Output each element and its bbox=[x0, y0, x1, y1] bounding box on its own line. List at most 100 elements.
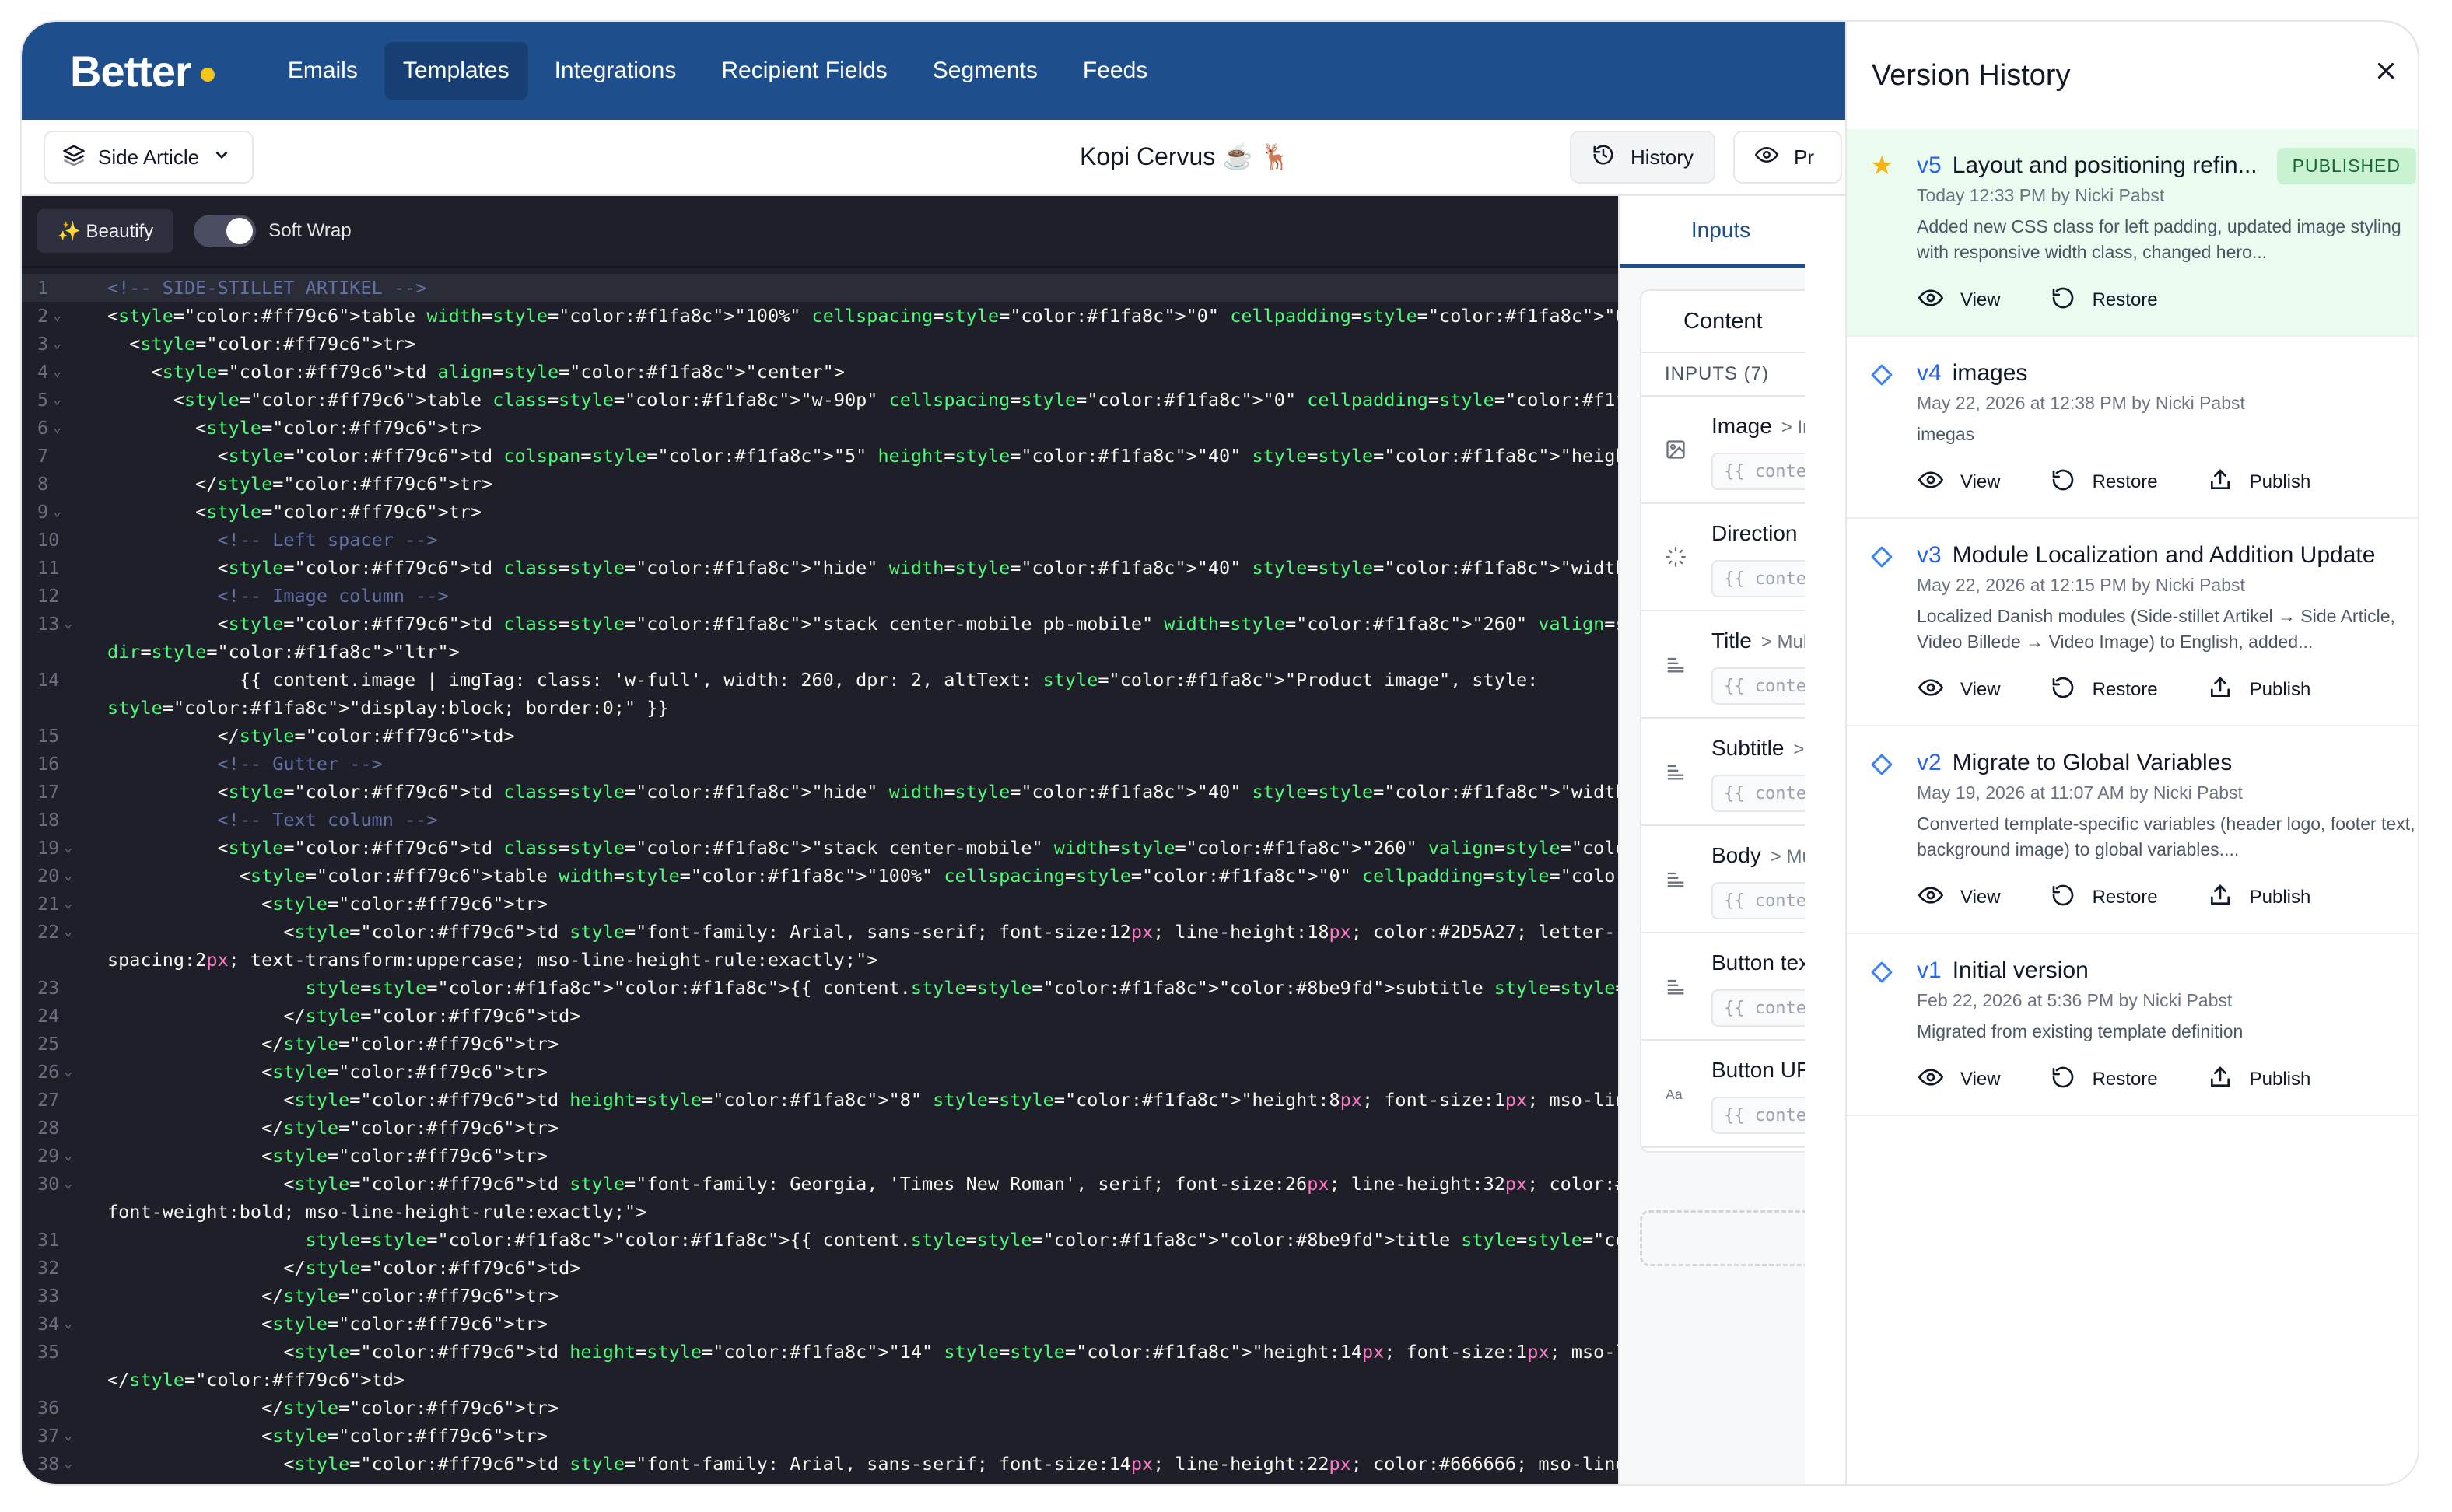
code-line[interactable]: </style="color:#ff79c6">td> bbox=[22, 1366, 1618, 1394]
code-line[interactable]: 32 </style="color:#ff79c6">td> bbox=[22, 1254, 1618, 1282]
view-button[interactable]: View bbox=[1909, 1059, 2010, 1101]
history-button[interactable]: History bbox=[1570, 131, 1715, 184]
input-field-variable[interactable]: {{ content bbox=[1711, 989, 1805, 1027]
fold-chevron-icon[interactable]: ⌄ bbox=[53, 330, 61, 358]
nav-item-recipient-fields[interactable]: Recipient Fields bbox=[702, 42, 905, 100]
code-line[interactable]: 31 style=style="color:#f1fa8c">"color:#f… bbox=[22, 1226, 1618, 1254]
fold-chevron-icon[interactable]: ⌄ bbox=[64, 862, 72, 890]
code-line[interactable]: 14 {{ content.image | imgTag: class: 'w-… bbox=[22, 666, 1618, 694]
logo[interactable]: Better bbox=[70, 46, 215, 96]
fold-chevron-icon[interactable]: ⌄ bbox=[64, 1170, 72, 1198]
fold-chevron-icon[interactable]: ⌄ bbox=[53, 498, 61, 526]
input-field-title[interactable]: Title > Mult {{ content bbox=[1641, 611, 1805, 719]
restore-button[interactable]: Restore bbox=[2041, 669, 2167, 712]
code-line[interactable]: 21 ⌄ <style="color:#ff79c6">tr> bbox=[22, 890, 1618, 918]
nav-item-feeds[interactable]: Feeds bbox=[1064, 42, 1166, 100]
code-line[interactable]: 4 ⌄ <style="color:#ff79c6">td align=style… bbox=[22, 358, 1618, 386]
publish-button[interactable]: Publish bbox=[2198, 1059, 2321, 1101]
input-field-button-url[interactable]: Aa Button URL {{ content bbox=[1641, 1041, 1805, 1148]
input-field-image[interactable]: Image > Im {{ content bbox=[1641, 397, 1805, 504]
input-field-subtitle[interactable]: Subtitle > M {{ content bbox=[1641, 719, 1805, 826]
code-line[interactable]: 17 <style="color:#ff79c6">td class=style… bbox=[22, 778, 1618, 806]
input-field-variable[interactable]: {{ content bbox=[1711, 667, 1805, 705]
fold-chevron-icon[interactable]: ⌄ bbox=[53, 358, 61, 386]
code-line[interactable]: 35 <style="color:#ff79c6">td height=styl… bbox=[22, 1338, 1618, 1366]
code-line[interactable]: 26 ⌄ <style="color:#ff79c6">tr> bbox=[22, 1058, 1618, 1086]
code-line[interactable]: 36 </style="color:#ff79c6">tr> bbox=[22, 1394, 1618, 1422]
add-input-dropzone[interactable] bbox=[1640, 1210, 1805, 1266]
code-line[interactable]: 3 ⌄ <style="color:#ff79c6">tr> bbox=[22, 330, 1618, 358]
fold-chevron-icon[interactable]: ⌄ bbox=[64, 1450, 72, 1478]
input-field-variable[interactable]: {{ content bbox=[1711, 560, 1805, 597]
nav-item-emails[interactable]: Emails bbox=[269, 42, 377, 100]
version-item-v2[interactable]: v2 Migrate to Global Variables May 19, 202… bbox=[1847, 726, 2418, 934]
fold-chevron-icon[interactable]: ⌄ bbox=[64, 1058, 72, 1086]
nav-item-segments[interactable]: Segments bbox=[914, 42, 1056, 100]
input-field-variable[interactable]: {{ content bbox=[1711, 882, 1805, 919]
fold-chevron-icon[interactable]: ⌄ bbox=[64, 1310, 72, 1338]
code-line[interactable]: 1 <!-- SIDE-STILLET ARTIKEL --> bbox=[22, 274, 1618, 302]
code-line[interactable]: 2 ⌄ <style="color:#ff79c6">table width=sty… bbox=[22, 302, 1618, 330]
fold-chevron-icon[interactable]: ⌄ bbox=[53, 386, 61, 414]
input-field-variable[interactable]: {{ content bbox=[1711, 775, 1805, 812]
code-editor[interactable]: ✨ Beautify Soft Wrap 1 <!-- SIDE-STILLET … bbox=[22, 196, 1618, 1484]
code-line[interactable]: 27 <style="color:#ff79c6">td height=styl… bbox=[22, 1086, 1618, 1114]
code-line[interactable]: 20 ⌄ <style="color:#ff79c6">table width=s… bbox=[22, 862, 1618, 890]
code-line[interactable]: 38 ⌄ <style="color:#ff79c6">td style="fon… bbox=[22, 1450, 1618, 1478]
code-line[interactable]: 28 </style="color:#ff79c6">tr> bbox=[22, 1114, 1618, 1142]
code-line[interactable]: font-weight:bold; mso-line-height-rule:e… bbox=[22, 1198, 1618, 1226]
fold-chevron-icon[interactable]: ⌄ bbox=[64, 610, 72, 638]
restore-button[interactable]: Restore bbox=[2041, 279, 2167, 322]
tab-inputs[interactable]: Inputs bbox=[1620, 196, 1805, 268]
restore-button[interactable]: Restore bbox=[2041, 461, 2167, 504]
code-line[interactable]: style="color:#f1fa8c">"display:block; bo… bbox=[22, 694, 1618, 722]
code-line[interactable]: 33 </style="color:#ff79c6">tr> bbox=[22, 1282, 1618, 1310]
code-line[interactable]: 9 ⌄ <style="color:#ff79c6">tr> bbox=[22, 498, 1618, 526]
input-field-variable[interactable]: {{ content bbox=[1711, 453, 1805, 490]
fold-chevron-icon[interactable]: ⌄ bbox=[53, 302, 61, 330]
fold-chevron-icon[interactable]: ⌄ bbox=[64, 918, 72, 946]
input-field-body[interactable]: Body > Mul {{ content bbox=[1641, 826, 1805, 933]
code-line[interactable]: 15 </style="color:#ff79c6">td> bbox=[22, 722, 1618, 750]
restore-button[interactable]: Restore bbox=[2041, 877, 2167, 919]
code-line[interactable]: 25 </style="color:#ff79c6">tr> bbox=[22, 1030, 1618, 1058]
code-line[interactable]: 23 style=style="color:#f1fa8c">"color:#f… bbox=[22, 974, 1618, 1002]
code-line[interactable]: 16 <!-- Gutter --> bbox=[22, 750, 1618, 778]
code-line[interactable]: 30 ⌄ <style="color:#ff79c6">td style="fon… bbox=[22, 1170, 1618, 1198]
restore-button[interactable]: Restore bbox=[2041, 1059, 2167, 1101]
input-field-direction[interactable]: Direction> {{ content bbox=[1641, 504, 1805, 611]
fold-chevron-icon[interactable]: ⌄ bbox=[64, 834, 72, 862]
view-button[interactable]: View bbox=[1909, 669, 2010, 712]
code-line[interactable]: 13 ⌄ <style="color:#ff79c6">td class=styl… bbox=[22, 610, 1618, 638]
view-button[interactable]: View bbox=[1909, 461, 2010, 504]
input-field-variable[interactable]: {{ content bbox=[1711, 1097, 1805, 1134]
code-line[interactable]: 12 <!-- Image column --> bbox=[22, 582, 1618, 610]
soft-wrap-toggle[interactable] bbox=[194, 215, 257, 247]
code-line[interactable]: 29 ⌄ <style="color:#ff79c6">tr> bbox=[22, 1142, 1618, 1170]
fold-chevron-icon[interactable]: ⌄ bbox=[64, 1142, 72, 1170]
code-line[interactable]: 34 ⌄ <style="color:#ff79c6">tr> bbox=[22, 1310, 1618, 1338]
publish-button[interactable]: Publish bbox=[2198, 461, 2321, 504]
fold-chevron-icon[interactable]: ⌄ bbox=[64, 1422, 72, 1450]
version-item-v1[interactable]: v1 Initial version Feb 22, 2026 at 5:36 PM… bbox=[1847, 934, 2418, 1116]
view-button[interactable]: View bbox=[1909, 877, 2010, 919]
code-line[interactable]: 6 ⌄ <style="color:#ff79c6">tr> bbox=[22, 414, 1618, 442]
publish-button[interactable]: Publish bbox=[2198, 669, 2321, 712]
code-line[interactable]: 8 </style="color:#ff79c6">tr> bbox=[22, 470, 1618, 498]
view-button[interactable]: View bbox=[1909, 279, 2010, 322]
fold-chevron-icon[interactable]: ⌄ bbox=[53, 414, 61, 442]
code-line[interactable]: 19 ⌄ <style="color:#ff79c6">td class=styl… bbox=[22, 834, 1618, 862]
code-line[interactable]: 24 </style="color:#ff79c6">td> bbox=[22, 1002, 1618, 1030]
code-line[interactable]: 10 <!-- Left spacer --> bbox=[22, 526, 1618, 554]
code-line[interactable]: 11 <style="color:#ff79c6">td class=style… bbox=[22, 554, 1618, 582]
close-icon[interactable] bbox=[2373, 58, 2399, 89]
code-line[interactable]: spacing:2px; text-transform:uppercase; m… bbox=[22, 946, 1618, 974]
code-line[interactable]: 5 ⌄ <style="color:#ff79c6">table class=st… bbox=[22, 386, 1618, 414]
code-line[interactable]: 18 <!-- Text column --> bbox=[22, 806, 1618, 834]
nav-item-templates[interactable]: Templates bbox=[384, 42, 528, 100]
preview-button[interactable]: Pr bbox=[1733, 131, 1842, 184]
version-item-v3[interactable]: v3 Module Localization and Addition Updat… bbox=[1847, 519, 2418, 726]
input-field-button-text[interactable]: Button text {{ content bbox=[1641, 933, 1805, 1041]
publish-button[interactable]: Publish bbox=[2198, 877, 2321, 919]
beautify-button[interactable]: ✨ Beautify bbox=[37, 209, 174, 253]
